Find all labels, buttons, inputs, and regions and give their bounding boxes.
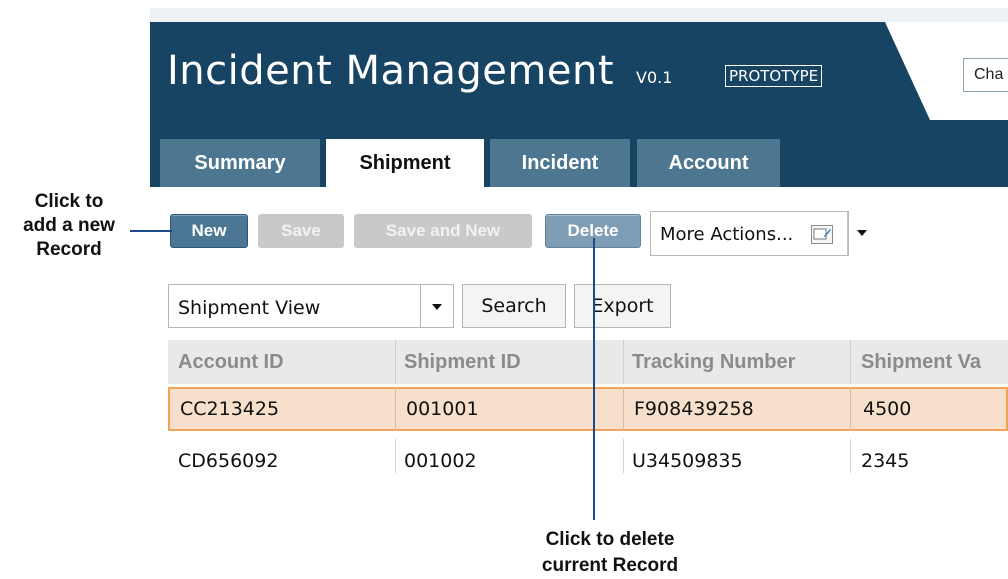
delete-record-callout-line-1: Click to delete (545, 529, 675, 550)
caret-down-icon[interactable] (857, 230, 867, 236)
shipment-value-cell: 4500 (863, 398, 912, 420)
search-button[interactable]: Search (462, 284, 566, 328)
shipment-id-cell: 001001 (406, 398, 479, 420)
tab-account-label: Account (668, 151, 749, 174)
new-record-callout-line-2: add a new (23, 215, 115, 236)
new-record-callout-line-1: Click to (34, 191, 104, 212)
header-search-input[interactable]: Cha (963, 58, 1008, 92)
tab-incident[interactable]: Incident (490, 139, 630, 187)
column-separator (395, 387, 396, 431)
caret-down-icon[interactable] (432, 304, 442, 310)
new-record-callout-line-3: Record (36, 239, 102, 260)
column-separator (623, 340, 624, 384)
more-actions-label: More Actions... (660, 224, 794, 245)
column-separator (623, 387, 624, 431)
delete-record-callout: Click to delete current Record (505, 527, 715, 579)
header-account-id[interactable]: Account ID (178, 340, 388, 384)
shipment-view-label: Shipment View (178, 297, 321, 319)
new-record-callout-line (130, 230, 172, 232)
tab-account[interactable]: Account (637, 139, 780, 187)
app-version: V0.1 (636, 68, 673, 87)
more-actions-divider (847, 212, 848, 255)
top-background (150, 8, 1008, 22)
export-button[interactable]: Export (574, 284, 671, 328)
tracking-number-cell: F908439258 (634, 398, 754, 420)
column-separator (395, 340, 396, 384)
view-select-divider (420, 285, 421, 327)
tab-shipment-label: Shipment (359, 151, 451, 174)
table-row[interactable]: CC213425 001001 F908439258 4500 (168, 387, 1008, 431)
account-id-cell: CC213425 (180, 398, 280, 420)
column-separator (850, 340, 851, 384)
header-shipment-id[interactable]: Shipment ID (404, 340, 614, 384)
more-actions-dropdown[interactable]: More Actions... (650, 211, 867, 256)
incident-management-app: Incident Management V0.1 PROTOTYPE Cha S… (150, 8, 1008, 473)
table-row[interactable]: CD656092 001002 U34509835 2345 (168, 439, 1008, 473)
tab-shipment[interactable]: Shipment (326, 139, 484, 187)
shipment-view-select[interactable]: Shipment View (168, 284, 454, 328)
header-shipment-value[interactable]: Shipment Va (861, 340, 1008, 384)
account-id-cell: CD656092 (178, 450, 279, 472)
delete-record-callout-line-2: current Record (541, 555, 679, 576)
new-record-callout: Click to add a new Record (8, 190, 130, 262)
tab-summary-label: Summary (194, 151, 286, 174)
shipment-value-cell: 2345 (861, 450, 910, 472)
new-button[interactable]: New (170, 214, 248, 248)
tab-summary[interactable]: Summary (160, 139, 320, 187)
prototype-badge: PROTOTYPE (725, 65, 823, 87)
save-and-new-button[interactable]: Save and New (354, 214, 532, 248)
header-tracking-number[interactable]: Tracking Number (632, 340, 842, 384)
edit-window-icon-svg (813, 228, 831, 240)
column-separator (850, 387, 851, 431)
column-separator (850, 439, 851, 473)
save-button[interactable]: Save (258, 214, 344, 248)
tracking-number-cell: U34509835 (632, 450, 743, 472)
shipment-id-cell: 001002 (404, 450, 477, 472)
column-separator (623, 439, 624, 473)
edit-window-icon (811, 225, 833, 244)
shipment-grid: Account ID Shipment ID Tracking Number S… (168, 340, 1008, 473)
delete-record-callout-line (593, 238, 595, 520)
grid-header-row: Account ID Shipment ID Tracking Number S… (168, 340, 1008, 384)
tab-incident-label: Incident (521, 151, 599, 174)
column-separator (395, 439, 396, 473)
app-title: Incident Management (167, 48, 614, 94)
